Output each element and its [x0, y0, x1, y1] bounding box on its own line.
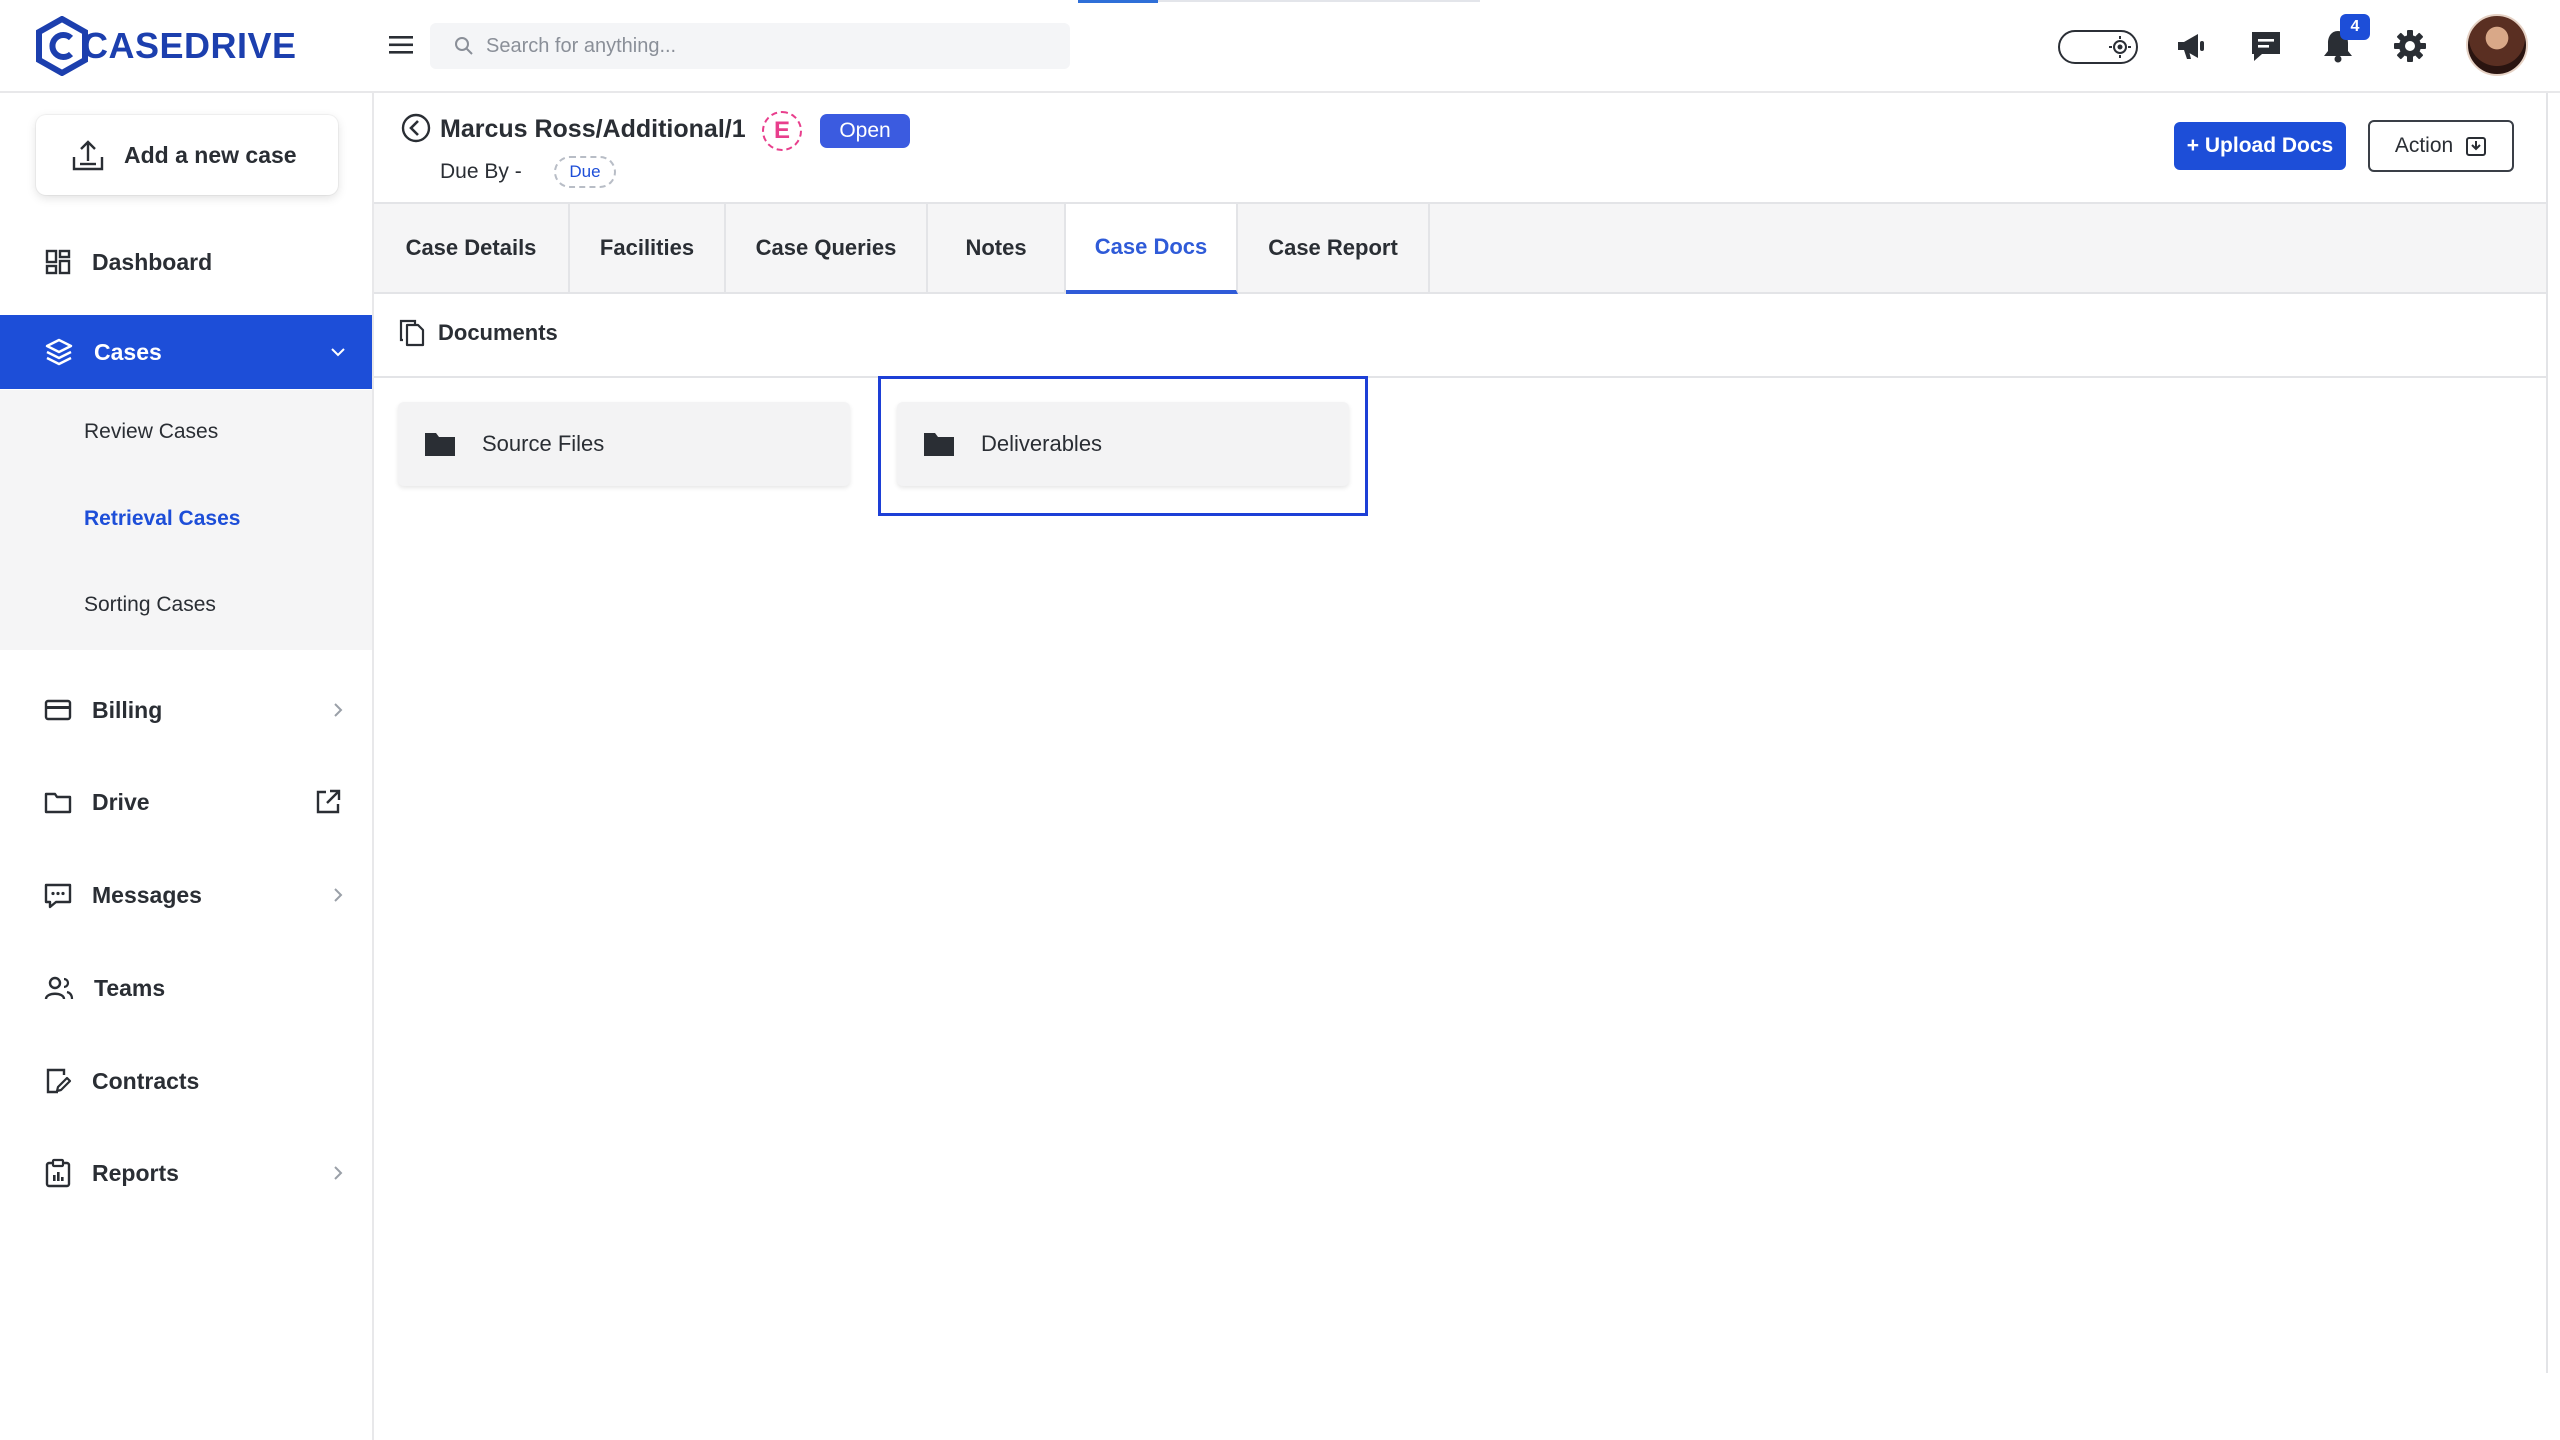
team-icon: [44, 974, 74, 1002]
sidebar-item-label: Teams: [94, 974, 166, 1001]
search-bar[interactable]: [430, 23, 1070, 69]
sidebar-subitem-sorting-cases[interactable]: Sorting Cases: [84, 593, 216, 617]
tab-case-queries[interactable]: Case Queries: [726, 204, 928, 292]
sun-icon: [2108, 35, 2132, 59]
menu-icon[interactable]: [388, 32, 414, 58]
folder-icon: [424, 431, 456, 457]
download-box-icon: [2465, 135, 2487, 157]
folder-label: Deliverables: [981, 431, 1103, 456]
back-button[interactable]: [400, 112, 432, 144]
tab-notes[interactable]: Notes: [928, 204, 1066, 292]
sidebar-subitem-retrieval-cases[interactable]: Retrieval Cases: [84, 507, 240, 531]
theme-toggle[interactable]: [2058, 30, 2138, 64]
sidebar: Add a new case Dashboard Cases Review Ca…: [0, 93, 374, 1440]
sidebar-item-drive[interactable]: Drive: [0, 765, 372, 839]
notification-badge: 4: [2340, 14, 2370, 40]
card-icon: [44, 696, 72, 724]
sidebar-item-teams[interactable]: Teams: [0, 951, 372, 1025]
sidebar-item-reports[interactable]: Reports: [0, 1136, 372, 1210]
folder-label: Source Files: [482, 431, 605, 456]
tab-facilities[interactable]: Facilities: [570, 204, 726, 292]
sidebar-item-label: Cases: [94, 338, 162, 365]
sidebar-item-cases[interactable]: Cases: [0, 315, 372, 389]
divider: [374, 376, 2546, 378]
due-badge: Due: [554, 156, 616, 188]
casedrive-logo[interactable]: CASEDRIVE: [36, 16, 297, 76]
dashboard-icon: [44, 248, 72, 276]
status-badge: Open: [820, 114, 910, 148]
top-bar: CASEDRIVE Search for anything... 4: [0, 0, 2560, 93]
action-button[interactable]: Action: [2368, 120, 2514, 172]
sidebar-item-messages[interactable]: Messages: [0, 858, 372, 932]
logo-text: CASEDRIVE: [82, 25, 297, 66]
search-icon: [454, 36, 474, 56]
documents-heading: Documents: [438, 320, 558, 345]
message-icon: [44, 881, 72, 909]
loading-indicator: [1078, 0, 1158, 3]
sidebar-item-contracts[interactable]: Contracts: [0, 1044, 372, 1118]
chat-icon[interactable]: [2248, 28, 2284, 64]
search-input[interactable]: [486, 34, 1046, 58]
contract-icon: [44, 1067, 72, 1095]
megaphone-icon[interactable]: [2174, 28, 2210, 64]
folder-deliverables[interactable]: Deliverables: [897, 402, 1349, 486]
back-arrow-icon: [401, 113, 431, 143]
chevron-right-icon: [328, 1163, 348, 1183]
chevron-right-icon: [328, 700, 348, 720]
add-new-case-label: Add a new case: [124, 141, 297, 168]
sidebar-item-label: Billing: [92, 696, 163, 723]
loading-track: [1158, 0, 1480, 2]
gear-icon[interactable]: [2392, 28, 2428, 64]
due-by-label: Due By -: [440, 160, 522, 183]
chevron-down-icon: [328, 342, 348, 362]
cases-submenu: Review Cases Retrieval Cases Sorting Cas…: [0, 390, 372, 650]
documents-icon: [398, 318, 426, 348]
folder-source-files[interactable]: Source Files: [398, 402, 850, 486]
add-new-case-button[interactable]: Add a new case: [36, 115, 338, 195]
chevron-right-icon: [328, 885, 348, 905]
tab-case-report[interactable]: Case Report: [1238, 204, 1430, 292]
report-icon: [44, 1158, 72, 1188]
sidebar-subitem-review-cases[interactable]: Review Cases: [84, 420, 218, 444]
sidebar-item-label: Contracts: [92, 1067, 200, 1094]
case-e-badge: E: [762, 111, 802, 151]
sidebar-item-billing[interactable]: Billing: [0, 673, 372, 747]
case-title: Marcus Ross/Additional/1: [440, 115, 746, 143]
folder-icon: [923, 431, 955, 457]
sidebar-item-label: Drive: [92, 788, 150, 815]
sidebar-item-label: Messages: [92, 881, 202, 908]
folder-icon: [44, 788, 72, 816]
documents-header: Documents: [398, 318, 558, 348]
tab-case-details[interactable]: Case Details: [374, 204, 570, 292]
tab-case-docs[interactable]: Case Docs: [1066, 204, 1238, 294]
external-link-icon[interactable]: [314, 788, 342, 816]
upload-icon: [70, 137, 106, 173]
sidebar-item-dashboard[interactable]: Dashboard: [0, 225, 372, 299]
logo-hexagon-icon: [36, 16, 88, 76]
user-avatar[interactable]: [2466, 14, 2528, 76]
case-tabs: Case Details Facilities Case Queries Not…: [374, 202, 2546, 294]
layers-icon: [44, 337, 74, 367]
upload-docs-button[interactable]: + Upload Docs: [2174, 122, 2346, 170]
action-label: Action: [2394, 134, 2454, 157]
sidebar-item-label: Reports: [92, 1159, 179, 1186]
scrollbar[interactable]: [2546, 93, 2548, 1373]
sidebar-item-label: Dashboard: [92, 248, 213, 275]
